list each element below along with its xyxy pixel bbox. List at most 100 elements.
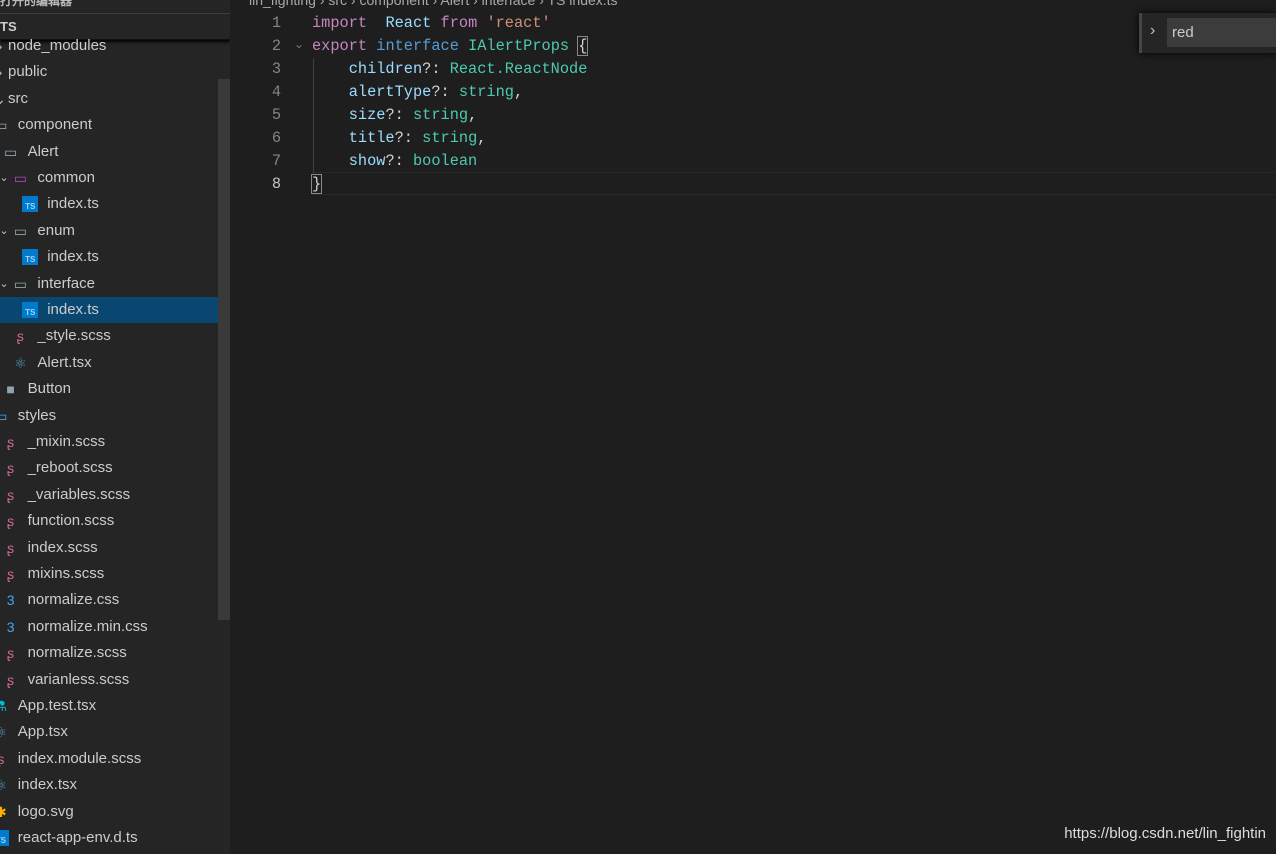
toggle-replace-chevron-icon[interactable]: › [1150, 22, 1155, 40]
react-icon: ⚛ [14, 354, 27, 371]
sass-icon: ʂ [7, 671, 15, 688]
folder-open-icon: ▭ [13, 275, 27, 292]
tree-item[interactable]: TS index.ts [0, 191, 218, 217]
tree-item[interactable]: TS index.ts [0, 244, 218, 270]
tree-item[interactable]: ʂ index.scss [0, 535, 218, 561]
tree-item[interactable]: ʂ varianless.scss [0, 667, 218, 693]
code-token: children [348, 60, 423, 78]
tree-item[interactable]: ✱ logo.svg [0, 799, 218, 825]
line-number: 4 [271, 83, 281, 101]
tree-item[interactable]: ■ Button [0, 376, 218, 402]
sass-icon: ʂ [7, 460, 15, 477]
tree-item[interactable]: ›node_modules [0, 33, 218, 59]
tree-item[interactable]: ▭ ⌄ common [0, 165, 218, 191]
fold-chevron-icon[interactable]: ⌄ [294, 37, 304, 51]
code-token: React.ReactNode [449, 60, 588, 78]
line-number: 3 [271, 60, 281, 78]
chevron-right-icon: › [0, 38, 8, 54]
tree-item[interactable]: ⌄src [0, 86, 218, 112]
tree-item[interactable]: ʂ index.module.scss [0, 746, 218, 772]
tree-item-label: styles [17, 406, 57, 424]
tree-item[interactable]: ▭ styles [0, 403, 218, 429]
tree-item-label: _mixin.scss [27, 433, 106, 450]
code-token: import [312, 14, 368, 32]
tree-item[interactable]: ›public [0, 59, 218, 85]
tree-item-label: common [37, 169, 95, 186]
tree-item-label: varianless.scss [27, 670, 130, 688]
tree-item[interactable]: ⚛ index.tsx [0, 772, 218, 798]
typescript-icon: TS [22, 249, 39, 266]
code-token: , [477, 129, 487, 147]
tree-item[interactable]: ▭ Alert [0, 139, 218, 165]
code-token: string [422, 129, 478, 147]
tree-item[interactable]: 3 normalize.css [0, 587, 218, 613]
tree-item-label: index.ts [47, 195, 99, 213]
code-token: string [458, 83, 514, 101]
tree-item[interactable]: TS react-app-env.d.ts [0, 825, 218, 851]
tree-item[interactable]: ʂ _variables.scss [0, 482, 218, 508]
chevron-right-icon: › [0, 64, 8, 80]
tree-item[interactable]: ʂ normalize.scss [0, 640, 218, 666]
code-line: export interface IAlertProps { [312, 35, 589, 58]
typescript-icon: TS [0, 830, 9, 846]
code-token: export [312, 37, 368, 55]
folder-open-icon: ▭ [0, 117, 8, 134]
folder-open-icon: ▭ [3, 143, 18, 160]
tree-item-label: index.module.scss [17, 749, 142, 767]
code-token: show [348, 152, 386, 170]
code-token: alertType [348, 83, 432, 101]
find-input[interactable] [1167, 18, 1276, 47]
tree-item-label: function.scss [27, 512, 115, 530]
tree-item[interactable]: ʂ _reboot.scss [0, 455, 218, 481]
chevron-down-icon[interactable]: ⌄ [0, 218, 9, 244]
svg-icon: ✱ [0, 803, 7, 820]
tree-item[interactable]: TS index.ts [0, 297, 230, 324]
code-editor[interactable]: lin_fighting › src › component › Alert ›… [230, 0, 1276, 854]
code-token: interface [376, 37, 459, 55]
code-token: size [348, 106, 386, 124]
code-line: alertType?: string, [312, 81, 523, 104]
code-token: , [468, 106, 478, 124]
explorer-sidebar: 打开的编辑器 TS ›node_modules›public⌄src▭compo… [0, 0, 230, 854]
tree-item[interactable]: ⚛ App.tsx [0, 719, 218, 745]
tree-item[interactable]: ▭ component [0, 112, 218, 138]
tree-item[interactable]: ▭ ⌄ enum [0, 218, 218, 244]
breadcrumb[interactable]: lin_fighting › src › component › Alert ›… [249, 0, 618, 8]
watermark: https://blog.csdn.net/lin_fightin [1064, 825, 1266, 842]
code-token: ?: [422, 60, 450, 78]
sass-icon: ʂ [7, 539, 15, 556]
tree-item[interactable]: ʂ _mixin.scss [0, 429, 218, 455]
code-line: title?: string, [312, 127, 487, 150]
open-editors-title: 打开的编辑器 [0, 0, 73, 8]
tree-item-label: mixins.scss [27, 565, 105, 582]
code-token: string [412, 106, 469, 124]
tree-item[interactable]: ▭ ⌄ interface [0, 271, 218, 297]
chevron-down-icon[interactable]: ⌄ [0, 165, 9, 191]
chevron-down-icon[interactable]: ⌄ [0, 271, 9, 297]
code-token: } [310, 174, 323, 194]
tree-item-label: enum [37, 221, 75, 239]
tree-item[interactable]: ʂ _style.scss [0, 323, 218, 349]
find-widget: › [1139, 13, 1276, 53]
tree-item-label: index.scss [27, 538, 98, 556]
tree-item[interactable]: ⚗ App.test.tsx [0, 693, 218, 719]
sidebar-scrollbar[interactable] [218, 79, 230, 620]
tree-item[interactable]: ʂ mixins.scss [0, 561, 218, 587]
tree-item[interactable]: 3 normalize.min.css [0, 614, 218, 640]
tree-item[interactable]: ʂ function.scss [0, 508, 218, 534]
line-number: 7 [271, 152, 281, 170]
code-token: ?: [385, 106, 413, 124]
react-icon: ⚛ [0, 777, 8, 794]
sass-icon: ʂ [7, 434, 15, 450]
code-line: children?: React.ReactNode [312, 58, 588, 81]
code-token: ?: [431, 83, 459, 101]
tree-item[interactable]: ⚛ Alert.tsx [0, 350, 218, 376]
line-number: 5 [271, 106, 281, 124]
tree-item-label: react-app-env.d.ts [17, 829, 138, 846]
